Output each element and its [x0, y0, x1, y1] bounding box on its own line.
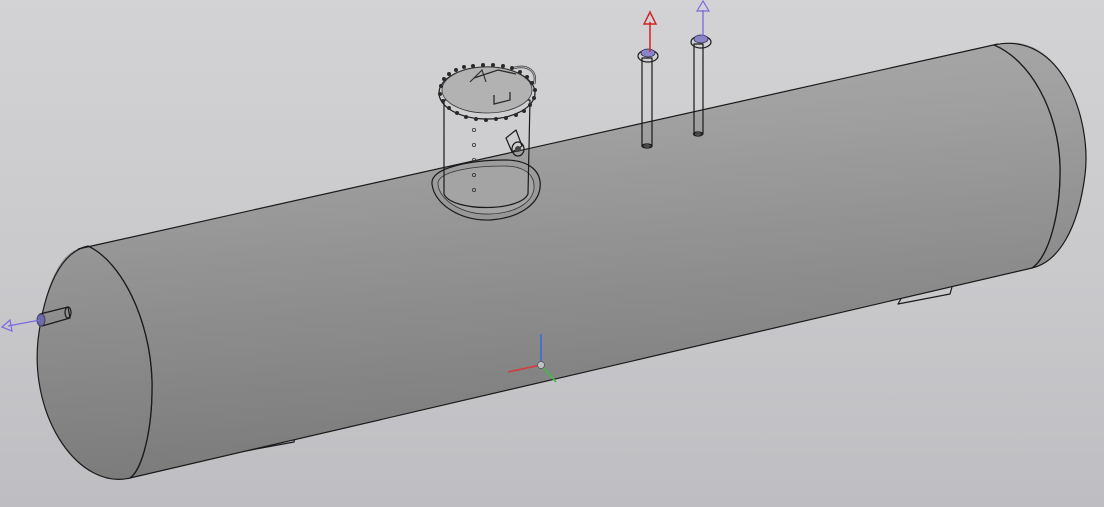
- tank-shell[interactable]: [37, 42, 1086, 480]
- drag-handle-red[interactable]: [642, 10, 658, 52]
- model-canvas[interactable]: [0, 0, 1104, 507]
- arrow-handle-icon: [695, 0, 711, 12]
- 3d-viewport[interactable]: [0, 0, 1104, 507]
- manway[interactable]: [431, 63, 541, 221]
- arrow-handle-icon: [0, 318, 13, 332]
- drag-handle-violet[interactable]: [695, 0, 711, 36]
- drag-handle-left[interactable]: [0, 318, 41, 332]
